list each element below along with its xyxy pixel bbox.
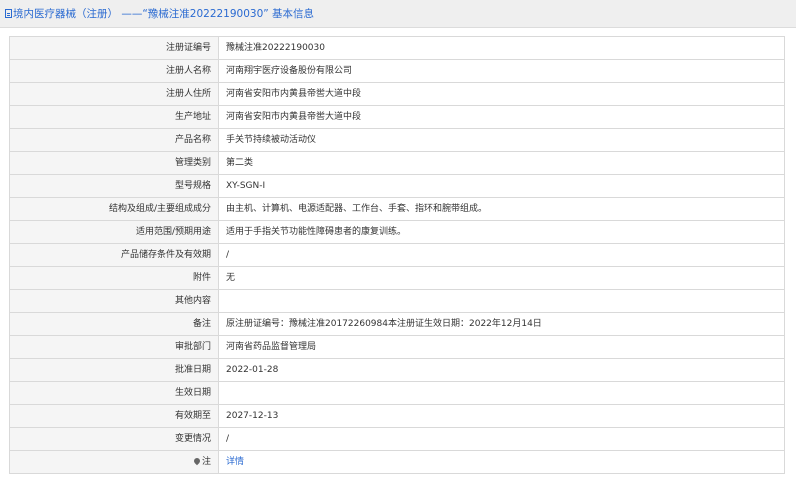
row-value: 原注册证编号：豫械注准20172260984本注册证生效日期：2022年12月1… bbox=[218, 312, 785, 336]
table-row: 结构及组成/主要组成成分 由主机、计算机、电源适配器、工作台、手套、指环和腕带组… bbox=[9, 197, 785, 221]
row-label: 其他内容 bbox=[9, 289, 219, 313]
row-value bbox=[218, 289, 785, 313]
row-label: 变更情况 bbox=[9, 427, 219, 451]
row-value: 第二类 bbox=[218, 151, 785, 175]
row-label: 型号规格 bbox=[9, 174, 219, 198]
table-row: 审批部门 河南省药品监督管理局 bbox=[9, 335, 785, 359]
table-row: 注册人名称 河南翔宇医疗设备股份有限公司 bbox=[9, 59, 785, 83]
table-row: 其他内容 bbox=[9, 289, 785, 313]
row-label: 注册证编号 bbox=[9, 36, 219, 60]
row-label: 备注 bbox=[9, 312, 219, 336]
table-row: 生效日期 bbox=[9, 381, 785, 405]
row-value: 河南翔宇医疗设备股份有限公司 bbox=[218, 59, 785, 83]
row-value: 手关节持续被动活动仪 bbox=[218, 128, 785, 152]
table-row: 批准日期 2022-01-28 bbox=[9, 358, 785, 382]
row-label: 生产地址 bbox=[9, 105, 219, 129]
row-label: 审批部门 bbox=[9, 335, 219, 359]
row-value: 河南省药品监督管理局 bbox=[218, 335, 785, 359]
row-label: 注册人住所 bbox=[9, 82, 219, 106]
page-header: 境内医疗器械（注册） ——“豫械注准20222190030” 基本信息 bbox=[0, 0, 796, 28]
row-value: 河南省安阳市内黄县帝喾大道中段 bbox=[218, 82, 785, 106]
table-row: 型号规格 XY-SGN-Ⅰ bbox=[9, 174, 785, 198]
details-link[interactable]: 详情 bbox=[226, 457, 244, 467]
row-value: 2027-12-13 bbox=[218, 404, 785, 428]
table-row: 适用范围/预期用途 适用于手指关节功能性障碍患者的康复训练。 bbox=[9, 220, 785, 244]
row-label: 有效期至 bbox=[9, 404, 219, 428]
row-label: 产品名称 bbox=[9, 128, 219, 152]
row-label: 批准日期 bbox=[9, 358, 219, 382]
row-label: 产品储存条件及有效期 bbox=[9, 243, 219, 267]
table-row: 变更情况 / bbox=[9, 427, 785, 451]
table-row: 管理类别 第二类 bbox=[9, 151, 785, 175]
row-value: 适用于手指关节功能性障碍患者的康复训练。 bbox=[218, 220, 785, 244]
document-icon bbox=[5, 9, 12, 18]
note-label-cell: 注 bbox=[9, 450, 219, 474]
note-row: 注 详情 bbox=[9, 450, 785, 474]
table-row: 产品储存条件及有效期 / bbox=[9, 243, 785, 267]
row-label: 生效日期 bbox=[9, 381, 219, 405]
page-title: 境内医疗器械（注册） ——“豫械注准20222190030” 基本信息 bbox=[13, 8, 315, 20]
row-value: 2022-01-28 bbox=[218, 358, 785, 382]
row-value: 豫械注准20222190030 bbox=[218, 36, 785, 60]
row-value: / bbox=[218, 427, 785, 451]
row-value: 河南省安阳市内黄县帝喾大道中段 bbox=[218, 105, 785, 129]
row-value bbox=[218, 381, 785, 405]
table-row: 注册证编号 豫械注准20222190030 bbox=[9, 36, 785, 60]
note-value-cell: 详情 bbox=[218, 450, 785, 474]
row-label: 结构及组成/主要组成成分 bbox=[9, 197, 219, 221]
pin-icon bbox=[192, 456, 202, 465]
table-row: 产品名称 手关节持续被动活动仪 bbox=[9, 128, 785, 152]
row-value: 无 bbox=[218, 266, 785, 290]
table-row: 备注 原注册证编号：豫械注准20172260984本注册证生效日期：2022年1… bbox=[9, 312, 785, 336]
table-row: 注册人住所 河南省安阳市内黄县帝喾大道中段 bbox=[9, 82, 785, 106]
row-label: 适用范围/预期用途 bbox=[9, 220, 219, 244]
info-table: 注册证编号 豫械注准20222190030 注册人名称 河南翔宇医疗设备股份有限… bbox=[9, 36, 785, 474]
row-value: XY-SGN-Ⅰ bbox=[218, 174, 785, 198]
note-label: 注 bbox=[201, 457, 211, 467]
table-row: 附件 无 bbox=[9, 266, 785, 290]
row-value: / bbox=[218, 243, 785, 267]
row-label: 管理类别 bbox=[9, 151, 219, 175]
row-label: 注册人名称 bbox=[9, 59, 219, 83]
row-value: 由主机、计算机、电源适配器、工作台、手套、指环和腕带组成。 bbox=[218, 197, 785, 221]
table-row: 有效期至 2027-12-13 bbox=[9, 404, 785, 428]
table-row: 生产地址 河南省安阳市内黄县帝喾大道中段 bbox=[9, 105, 785, 129]
row-label: 附件 bbox=[9, 266, 219, 290]
